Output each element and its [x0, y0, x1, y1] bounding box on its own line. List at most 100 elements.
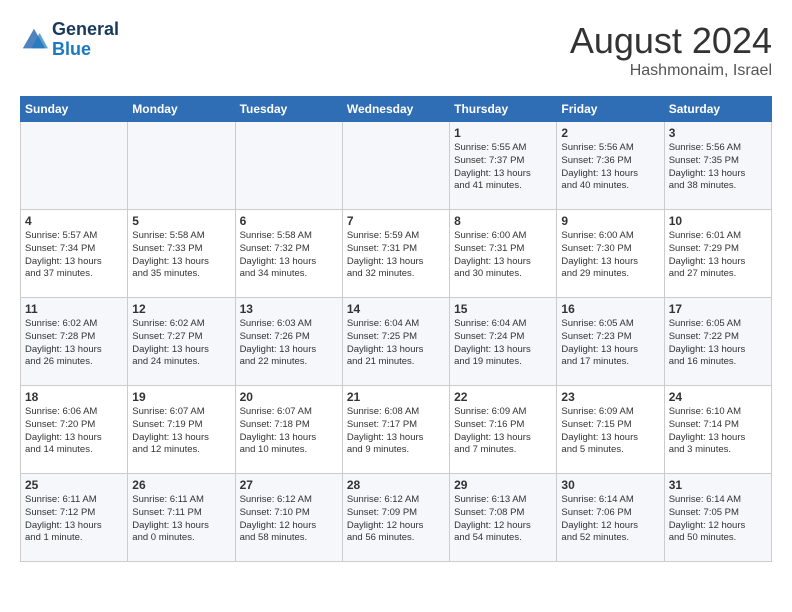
calendar-week-row: 18 Sunrise: 6:06 AM Sunset: 7:20 PM Dayli… — [21, 386, 772, 474]
calendar-cell: 19Sunrise: 6:07 AM Sunset: 7:19 PM Dayli… — [128, 386, 235, 474]
calendar-table: SundayMondayTuesdayWednesdayThursdayFrid… — [20, 96, 772, 562]
page-header: General Blue August 2024 Hashmonaim, Isr… — [20, 20, 772, 80]
logo-line2: Blue — [52, 40, 119, 60]
day-number: 1 — [454, 126, 552, 140]
calendar-cell — [342, 122, 449, 210]
day-number: 18 — [25, 390, 123, 404]
calendar-cell — [235, 122, 342, 210]
cell-info: Sunrise: 6:09 AM Sunset: 7:16 PM Dayligh… — [454, 406, 552, 457]
day-number: 7 — [347, 214, 445, 228]
day-number: 10 — [669, 214, 767, 228]
calendar-cell: 11 Sunrise: 6:02 AM Sunset: 7:28 PM Dayli… — [21, 298, 128, 386]
day-number: 13 — [240, 302, 338, 316]
calendar-cell: 21 Sunrise: 6:08 AM Sunset: 7:17 PM Dayli… — [342, 386, 449, 474]
cell-info: Sunrise: 6:10 AM Sunset: 7:14 PM Dayligh… — [669, 406, 767, 457]
day-number: 31 — [669, 478, 767, 492]
cell-info: Sunrise: 6:05 AM Sunset: 7:22 PM Dayligh… — [669, 318, 767, 369]
day-number: 23 — [561, 390, 659, 404]
calendar-cell: 7 Sunrise: 5:59 AM Sunset: 7:31 PM Daylig… — [342, 210, 449, 298]
cell-info: Sunrise: 6:03 AM Sunset: 7:26 PM Dayligh… — [240, 318, 338, 369]
calendar-cell: 8Sunrise: 6:00 AM Sunset: 7:31 PM Daylig… — [450, 210, 557, 298]
day-number: 4 — [25, 214, 123, 228]
calendar-cell: 25Sunrise: 6:11 AM Sunset: 7:12 PM Dayli… — [21, 474, 128, 562]
cell-info: Sunrise: 5:59 AM Sunset: 7:31 PM Dayligh… — [347, 230, 445, 281]
cell-info: Sunrise: 5:58 AM Sunset: 7:32 PM Dayligh… — [240, 230, 338, 281]
day-number: 30 — [561, 478, 659, 492]
cell-info: Sunrise: 6:01 AM Sunset: 7:29 PM Dayligh… — [669, 230, 767, 281]
col-header-saturday: Saturday — [664, 97, 771, 122]
calendar-cell — [21, 122, 128, 210]
calendar-cell: 20Sunrise: 6:07 AM Sunset: 7:18 PM Dayli… — [235, 386, 342, 474]
calendar-cell: 12 Sunrise: 6:02 AM Sunset: 7:27 PM Dayli… — [128, 298, 235, 386]
cell-info: Sunrise: 5:56 AM Sunset: 7:36 PM Dayligh… — [561, 142, 659, 193]
calendar-cell: 24 Sunrise: 6:10 AM Sunset: 7:14 PM Dayli… — [664, 386, 771, 474]
calendar-cell: 22 Sunrise: 6:09 AM Sunset: 7:16 PM Dayli… — [450, 386, 557, 474]
calendar-cell: 15 Sunrise: 6:04 AM Sunset: 7:24 PM Dayli… — [450, 298, 557, 386]
day-number: 5 — [132, 214, 230, 228]
calendar-cell: 9 Sunrise: 6:00 AM Sunset: 7:30 PM Daylig… — [557, 210, 664, 298]
calendar-week-row: 25Sunrise: 6:11 AM Sunset: 7:12 PM Dayli… — [21, 474, 772, 562]
day-number: 25 — [25, 478, 123, 492]
cell-info: Sunrise: 6:00 AM Sunset: 7:30 PM Dayligh… — [561, 230, 659, 281]
day-number: 12 — [132, 302, 230, 316]
day-number: 6 — [240, 214, 338, 228]
cell-info: Sunrise: 6:14 AM Sunset: 7:05 PM Dayligh… — [669, 494, 767, 545]
day-number: 3 — [669, 126, 767, 140]
day-number: 21 — [347, 390, 445, 404]
cell-info: Sunrise: 6:02 AM Sunset: 7:28 PM Dayligh… — [25, 318, 123, 369]
col-header-thursday: Thursday — [450, 97, 557, 122]
calendar-cell: 14Sunrise: 6:04 AM Sunset: 7:25 PM Dayli… — [342, 298, 449, 386]
location: Hashmonaim, Israel — [570, 62, 772, 80]
calendar-cell: 3Sunrise: 5:56 AM Sunset: 7:35 PM Daylig… — [664, 122, 771, 210]
cell-info: Sunrise: 6:12 AM Sunset: 7:09 PM Dayligh… — [347, 494, 445, 545]
cell-info: Sunrise: 6:02 AM Sunset: 7:27 PM Dayligh… — [132, 318, 230, 369]
cell-info: Sunrise: 6:06 AM Sunset: 7:20 PM Dayligh… — [25, 406, 123, 457]
calendar-cell: 1 Sunrise: 5:55 AM Sunset: 7:37 PM Daylig… — [450, 122, 557, 210]
calendar-cell: 31 Sunrise: 6:14 AM Sunset: 7:05 PM Dayli… — [664, 474, 771, 562]
day-number: 29 — [454, 478, 552, 492]
calendar-cell: 29 Sunrise: 6:13 AM Sunset: 7:08 PM Dayli… — [450, 474, 557, 562]
calendar-cell: 28 Sunrise: 6:12 AM Sunset: 7:09 PM Dayli… — [342, 474, 449, 562]
cell-info: Sunrise: 6:04 AM Sunset: 7:24 PM Dayligh… — [454, 318, 552, 369]
day-number: 11 — [25, 302, 123, 316]
cell-info: Sunrise: 5:58 AM Sunset: 7:33 PM Dayligh… — [132, 230, 230, 281]
day-number: 27 — [240, 478, 338, 492]
col-header-tuesday: Tuesday — [235, 97, 342, 122]
cell-info: Sunrise: 5:55 AM Sunset: 7:37 PM Dayligh… — [454, 142, 552, 193]
day-number: 24 — [669, 390, 767, 404]
logo-line1: General — [52, 20, 119, 40]
day-number: 9 — [561, 214, 659, 228]
day-number: 17 — [669, 302, 767, 316]
calendar-cell: 13 Sunrise: 6:03 AM Sunset: 7:26 PM Dayli… — [235, 298, 342, 386]
cell-info: Sunrise: 6:08 AM Sunset: 7:17 PM Dayligh… — [347, 406, 445, 457]
calendar-cell: 26Sunrise: 6:11 AM Sunset: 7:11 PM Dayli… — [128, 474, 235, 562]
calendar-week-row: 11 Sunrise: 6:02 AM Sunset: 7:28 PM Dayli… — [21, 298, 772, 386]
day-number: 15 — [454, 302, 552, 316]
calendar-cell: 2 Sunrise: 5:56 AM Sunset: 7:36 PM Daylig… — [557, 122, 664, 210]
calendar-cell: 16 Sunrise: 6:05 AM Sunset: 7:23 PM Dayli… — [557, 298, 664, 386]
cell-info: Sunrise: 6:14 AM Sunset: 7:06 PM Dayligh… — [561, 494, 659, 545]
cell-info: Sunrise: 6:13 AM Sunset: 7:08 PM Dayligh… — [454, 494, 552, 545]
calendar-week-row: 4 Sunrise: 5:57 AM Sunset: 7:34 PM Daylig… — [21, 210, 772, 298]
calendar-cell — [128, 122, 235, 210]
calendar-cell: 17 Sunrise: 6:05 AM Sunset: 7:22 PM Dayli… — [664, 298, 771, 386]
cell-info: Sunrise: 6:12 AM Sunset: 7:10 PM Dayligh… — [240, 494, 338, 545]
calendar-header-row: SundayMondayTuesdayWednesdayThursdayFrid… — [21, 97, 772, 122]
day-number: 16 — [561, 302, 659, 316]
calendar-cell: 4 Sunrise: 5:57 AM Sunset: 7:34 PM Daylig… — [21, 210, 128, 298]
cell-info: Sunrise: 6:05 AM Sunset: 7:23 PM Dayligh… — [561, 318, 659, 369]
cell-info: Sunrise: 6:07 AM Sunset: 7:19 PM Dayligh… — [132, 406, 230, 457]
calendar-cell: 10 Sunrise: 6:01 AM Sunset: 7:29 PM Dayli… — [664, 210, 771, 298]
cell-info: Sunrise: 5:57 AM Sunset: 7:34 PM Dayligh… — [25, 230, 123, 281]
day-number: 14 — [347, 302, 445, 316]
day-number: 22 — [454, 390, 552, 404]
day-number: 26 — [132, 478, 230, 492]
calendar-cell: 23Sunrise: 6:09 AM Sunset: 7:15 PM Dayli… — [557, 386, 664, 474]
logo: General Blue — [20, 20, 119, 60]
day-number: 2 — [561, 126, 659, 140]
month-year: August 2024 — [570, 20, 772, 62]
day-number: 28 — [347, 478, 445, 492]
title-block: August 2024 Hashmonaim, Israel — [570, 20, 772, 80]
cell-info: Sunrise: 6:00 AM Sunset: 7:31 PM Dayligh… — [454, 230, 552, 281]
calendar-cell: 5 Sunrise: 5:58 AM Sunset: 7:33 PM Daylig… — [128, 210, 235, 298]
